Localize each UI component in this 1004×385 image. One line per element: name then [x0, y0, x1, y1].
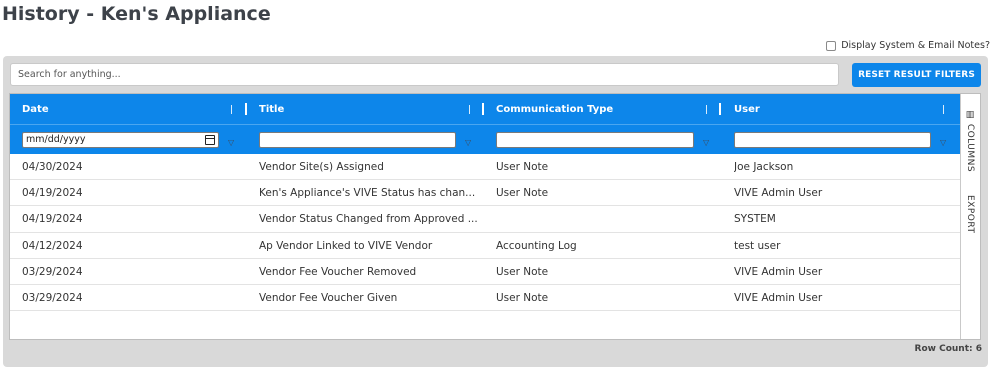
communication-type-cell: Accounting Log: [496, 239, 577, 252]
title-filter-input[interactable]: [259, 132, 456, 148]
columns-tab[interactable]: ▥ COLUMNS: [965, 110, 975, 172]
date-cell: 03/29/2024: [22, 265, 83, 278]
filter-icon[interactable]: ▽: [703, 138, 709, 147]
filter-icon[interactable]: ▽: [228, 138, 234, 147]
column-menu-icon[interactable]: [943, 105, 944, 114]
table-row[interactable]: 03/29/2024 Vendor Fee Voucher Given User…: [10, 285, 960, 312]
date-cell: 03/29/2024: [22, 291, 83, 304]
title-cell: Vendor Status Changed from Approved ...: [259, 213, 478, 226]
title-cell: Vendor Site(s) Assigned: [259, 161, 384, 173]
communication-type-cell: User Note: [496, 265, 549, 278]
communication-type-cell: User Note: [496, 161, 549, 173]
column-header-user[interactable]: User: [734, 94, 934, 124]
communication-type-cell: [496, 206, 716, 232]
user-cell: VIVE Admin User: [734, 291, 823, 304]
column-menu-icon[interactable]: [469, 105, 470, 114]
search-input[interactable]: Search for anything...: [10, 63, 839, 86]
user-cell: VIVE Admin User: [734, 187, 823, 200]
date-cell: 04/19/2024: [22, 213, 83, 226]
communication-type-filter-input[interactable]: [496, 132, 694, 148]
user-cell: Joe Jackson: [734, 161, 794, 173]
columns-icon: ▥: [965, 110, 975, 124]
table-row[interactable]: 04/12/2024 Ap Vendor Linked to VIVE Vend…: [10, 233, 960, 259]
date-cell: 04/30/2024: [22, 161, 83, 173]
columns-tab-label: COLUMNS: [965, 123, 975, 173]
table-row[interactable]: 04/19/2024 Ken's Appliance's VIVE Status…: [10, 180, 960, 207]
user-filter-input[interactable]: [734, 132, 931, 148]
date-filter-placeholder: mm/dd/yyyy: [26, 134, 86, 145]
column-header-communication-type[interactable]: Communication Type: [496, 94, 706, 124]
title-cell: Ken's Appliance's VIVE Status has chan..…: [259, 187, 476, 200]
column-resize-handle[interactable]: [482, 103, 484, 115]
communication-type-cell: User Note: [496, 187, 549, 200]
filter-row: mm/dd/yyyy ▽ ▽ ▽ ▽: [10, 124, 960, 154]
column-resize-handle[interactable]: [719, 103, 721, 115]
user-cell: test user: [734, 239, 781, 252]
reset-result-filters-button[interactable]: RESET RESULT FILTERS: [852, 63, 981, 87]
grid-body: 04/30/2024 Vendor Site(s) Assigned User …: [10, 154, 960, 312]
system-notes-toggle[interactable]: Display System & Email Notes?: [826, 40, 990, 51]
date-cell: 04/12/2024: [22, 239, 83, 252]
row-count: Row Count: 6: [914, 344, 982, 354]
date-filter-input[interactable]: mm/dd/yyyy: [22, 132, 219, 148]
date-cell: 04/19/2024: [22, 187, 83, 200]
user-cell: VIVE Admin User: [734, 265, 823, 278]
column-resize-handle[interactable]: [245, 103, 247, 115]
page-title: History - Ken's Appliance: [2, 3, 271, 25]
user-cell: SYSTEM: [734, 213, 776, 226]
export-tab[interactable]: EXPORT: [965, 195, 975, 233]
grid-header: Date Title Communication Type User: [10, 94, 960, 124]
column-header-title[interactable]: Title: [259, 94, 469, 124]
title-cell: Ap Vendor Linked to VIVE Vendor: [259, 239, 433, 252]
system-notes-label: Display System & Email Notes?: [841, 40, 990, 51]
column-header-date[interactable]: Date: [22, 94, 232, 124]
title-cell: Vendor Fee Voucher Given: [259, 291, 398, 304]
system-notes-checkbox[interactable]: [826, 40, 837, 51]
history-grid: Date Title Communication Type User mm/dd…: [9, 93, 981, 340]
filter-icon[interactable]: ▽: [465, 138, 471, 147]
history-panel: Search for anything... RESET RESULT FILT…: [3, 56, 988, 367]
table-row[interactable]: 04/30/2024 Vendor Site(s) Assigned User …: [10, 154, 960, 181]
column-menu-icon[interactable]: [231, 105, 232, 114]
title-cell: Vendor Fee Voucher Removed: [259, 265, 417, 278]
filter-icon[interactable]: ▽: [940, 138, 946, 147]
grid-side-panel: ▥ COLUMNS EXPORT: [960, 94, 980, 339]
calendar-icon[interactable]: [205, 135, 215, 145]
table-row[interactable]: 04/19/2024 Vendor Status Changed from Ap…: [10, 206, 960, 233]
column-menu-icon[interactable]: [706, 105, 707, 114]
table-row[interactable]: 03/29/2024 Vendor Fee Voucher Removed Us…: [10, 259, 960, 285]
communication-type-cell: User Note: [496, 291, 549, 304]
